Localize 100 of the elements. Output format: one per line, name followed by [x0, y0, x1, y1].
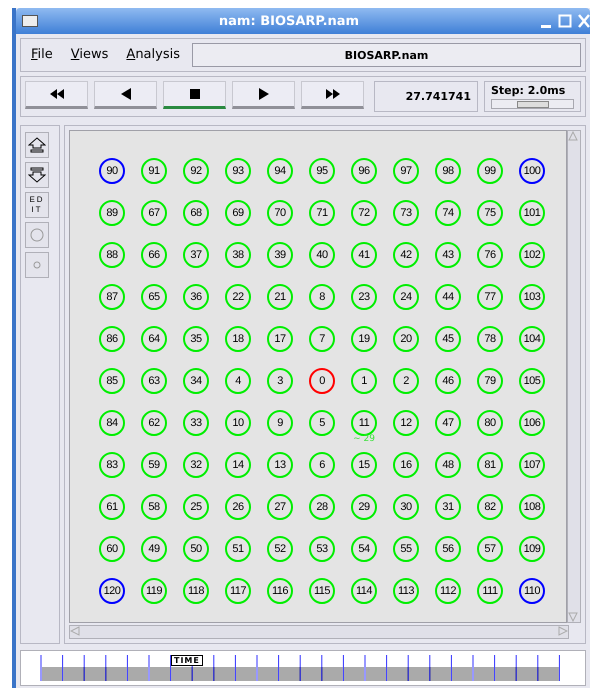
network-node[interactable]: 1 [351, 368, 377, 394]
scroll-left-icon[interactable] [70, 626, 80, 636]
network-node[interactable]: 56 [435, 536, 461, 562]
network-node[interactable]: 103 [519, 284, 545, 310]
network-node[interactable]: 72 [351, 200, 377, 226]
network-node[interactable]: 86 [99, 326, 125, 352]
network-node[interactable]: 101 [519, 200, 545, 226]
zoom-in-button[interactable] [25, 132, 49, 158]
small-circle-button[interactable] [25, 252, 49, 278]
network-node[interactable]: 105 [519, 368, 545, 394]
network-node[interactable]: 80 [477, 410, 503, 436]
network-node[interactable]: 39 [267, 242, 293, 268]
network-node[interactable]: 20 [393, 326, 419, 352]
network-node[interactable]: 8 [309, 284, 335, 310]
network-node[interactable]: 78 [477, 326, 503, 352]
slider-thumb[interactable] [516, 101, 548, 108]
network-node[interactable]: 57 [477, 536, 503, 562]
network-node[interactable]: 26 [225, 494, 251, 520]
scroll-right-icon[interactable] [558, 626, 568, 636]
network-node[interactable]: 61 [99, 494, 125, 520]
network-node[interactable]: 51 [225, 536, 251, 562]
network-node[interactable]: 89 [99, 200, 125, 226]
network-node[interactable]: 33 [183, 410, 209, 436]
network-node[interactable]: 94 [267, 158, 293, 184]
network-node[interactable]: 69 [225, 200, 251, 226]
network-node[interactable]: 32 [183, 452, 209, 478]
network-node[interactable]: 19 [351, 326, 377, 352]
network-node[interactable]: 79 [477, 368, 503, 394]
step-slider[interactable] [491, 99, 574, 109]
network-node[interactable]: 25 [183, 494, 209, 520]
network-node[interactable]: 75 [477, 200, 503, 226]
network-node[interactable]: 100 [519, 158, 545, 184]
network-node[interactable]: 2 [393, 368, 419, 394]
network-node[interactable]: 97 [393, 158, 419, 184]
network-node[interactable]: 93 [225, 158, 251, 184]
network-node[interactable]: 74 [435, 200, 461, 226]
network-node[interactable]: 85 [99, 368, 125, 394]
network-node[interactable]: 115 [309, 578, 335, 604]
network-node[interactable]: 117 [225, 578, 251, 604]
network-node[interactable]: 30 [393, 494, 419, 520]
vertical-scrollbar[interactable] [567, 130, 581, 623]
network-node[interactable]: 13 [267, 452, 293, 478]
network-node[interactable]: 114 [351, 578, 377, 604]
timeline[interactable]: TIME [20, 650, 586, 686]
network-node[interactable]: 95 [309, 158, 335, 184]
network-node[interactable]: 15 [351, 452, 377, 478]
network-node[interactable]: 107 [519, 452, 545, 478]
network-node[interactable]: 48 [435, 452, 461, 478]
network-node[interactable]: 46 [435, 368, 461, 394]
network-node[interactable]: 119 [141, 578, 167, 604]
network-node[interactable]: 6 [309, 452, 335, 478]
network-node[interactable]: 112 [435, 578, 461, 604]
network-node[interactable]: 16 [393, 452, 419, 478]
network-node[interactable]: 27 [267, 494, 293, 520]
network-node[interactable]: 96 [351, 158, 377, 184]
network-node[interactable]: 31 [435, 494, 461, 520]
network-node[interactable]: 92 [183, 158, 209, 184]
network-node[interactable]: 54 [351, 536, 377, 562]
network-node[interactable]: 11 [351, 410, 377, 436]
scroll-up-icon[interactable] [568, 131, 578, 141]
network-node[interactable]: 9 [267, 410, 293, 436]
network-node[interactable]: 40 [309, 242, 335, 268]
network-node[interactable]: 81 [477, 452, 503, 478]
network-node[interactable]: 42 [393, 242, 419, 268]
network-node[interactable]: 84 [99, 410, 125, 436]
network-node[interactable]: 23 [351, 284, 377, 310]
network-node[interactable]: 104 [519, 326, 545, 352]
fast-forward-button[interactable] [301, 81, 364, 109]
network-node[interactable]: 36 [183, 284, 209, 310]
network-node[interactable]: 63 [141, 368, 167, 394]
network-node[interactable]: 5 [309, 410, 335, 436]
network-node[interactable]: 35 [183, 326, 209, 352]
network-node[interactable]: 109 [519, 536, 545, 562]
network-node[interactable]: 7 [309, 326, 335, 352]
zoom-out-button[interactable] [25, 162, 49, 188]
network-node[interactable]: 110 [519, 578, 545, 604]
menu-item[interactable]: Views [64, 43, 114, 67]
network-node[interactable]: 91 [141, 158, 167, 184]
network-node[interactable]: 58 [141, 494, 167, 520]
network-node[interactable]: 37 [183, 242, 209, 268]
network-node[interactable]: 47 [435, 410, 461, 436]
network-node[interactable]: 71 [309, 200, 335, 226]
network-node[interactable]: 108 [519, 494, 545, 520]
network-node[interactable]: 4 [225, 368, 251, 394]
network-node[interactable]: 66 [141, 242, 167, 268]
network-node[interactable]: 65 [141, 284, 167, 310]
network-node[interactable]: 49 [141, 536, 167, 562]
network-node[interactable]: 17 [267, 326, 293, 352]
network-node[interactable]: 50 [183, 536, 209, 562]
network-node[interactable]: 0 [309, 368, 335, 394]
network-node[interactable]: 98 [435, 158, 461, 184]
network-node[interactable]: 106 [519, 410, 545, 436]
network-node[interactable]: 24 [393, 284, 419, 310]
network-node[interactable]: 45 [435, 326, 461, 352]
network-node[interactable]: 29 [351, 494, 377, 520]
network-node[interactable]: 102 [519, 242, 545, 268]
stop-button[interactable] [163, 81, 226, 109]
network-node[interactable]: 88 [99, 242, 125, 268]
network-node[interactable]: 90 [99, 158, 125, 184]
large-circle-button[interactable] [25, 222, 49, 248]
